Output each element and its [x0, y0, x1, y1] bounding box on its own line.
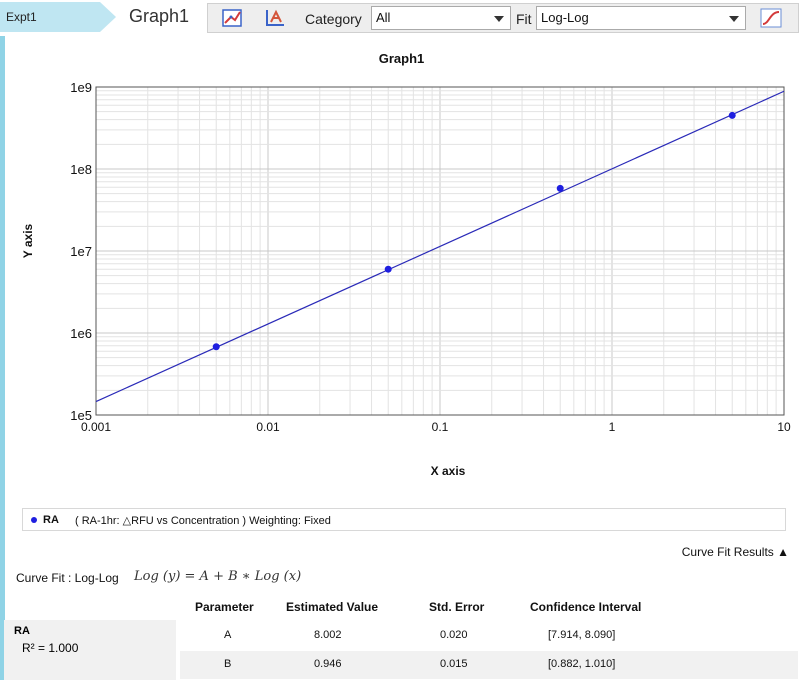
legend-description: ( RA-1hr: △RFU vs Concentration ) Weight…	[75, 515, 331, 527]
x-axis-label: X axis	[431, 464, 466, 478]
row-std-error: 0.020	[440, 629, 468, 641]
chart-plot: 0.001 0.01 0.1 1 101e51e61e71e81e9X axisY ax…	[21, 80, 791, 478]
curve-fit-title: Curve Fit : Log-Log	[16, 571, 119, 585]
row-estimate: 0.946	[314, 658, 342, 670]
y-tick-label: 1e5	[70, 408, 92, 423]
row-estimate: 8.002	[314, 629, 342, 641]
row-ci: [0.882, 1.010]	[548, 658, 616, 670]
legend-series-name: RA	[43, 514, 59, 526]
x-tick-label: 0.1	[432, 420, 449, 434]
data-point	[728, 111, 736, 119]
row-ci: [7.914, 8.090]	[548, 629, 616, 641]
header-std-error: Std. Error	[429, 600, 485, 614]
table-row: A 8.002 0.020 [7.914, 8.090]	[180, 622, 798, 650]
series-label-cell: RA R² = 1.000	[4, 620, 176, 680]
data-point	[212, 343, 220, 351]
x-tick-label: 10	[777, 420, 791, 434]
y-axis-label: Y axis	[21, 223, 35, 258]
legend-marker-icon	[31, 517, 37, 523]
x-tick-label: 1	[609, 420, 616, 434]
y-tick-label: 1e8	[70, 162, 92, 177]
r-squared: R² = 1.000	[22, 641, 79, 655]
header-ci: Confidence Interval	[530, 600, 642, 614]
data-point	[556, 184, 564, 192]
y-tick-label: 1e6	[70, 326, 92, 341]
legend: RA ( RA-1hr: △RFU vs Concentration ) Wei…	[22, 508, 786, 531]
y-tick-label: 1e7	[70, 244, 92, 259]
x-tick-label: 0.01	[256, 420, 280, 434]
table-row: B 0.946 0.015 [0.882, 1.010]	[180, 651, 798, 679]
header-parameter: Parameter	[195, 600, 254, 614]
row-std-error: 0.015	[440, 658, 468, 670]
curve-fit-equation: Log (y) = A + B ∗ Log (x)	[134, 569, 302, 584]
y-tick-label: 1e9	[70, 80, 92, 95]
data-point	[384, 265, 392, 273]
fit-series-name: RA	[14, 625, 30, 637]
row-parameter: B	[224, 658, 232, 670]
curve-fit-results-toggle[interactable]: Curve Fit Results ▲	[682, 545, 789, 559]
header-estimate: Estimated Value	[286, 600, 379, 614]
row-parameter: A	[224, 629, 232, 641]
